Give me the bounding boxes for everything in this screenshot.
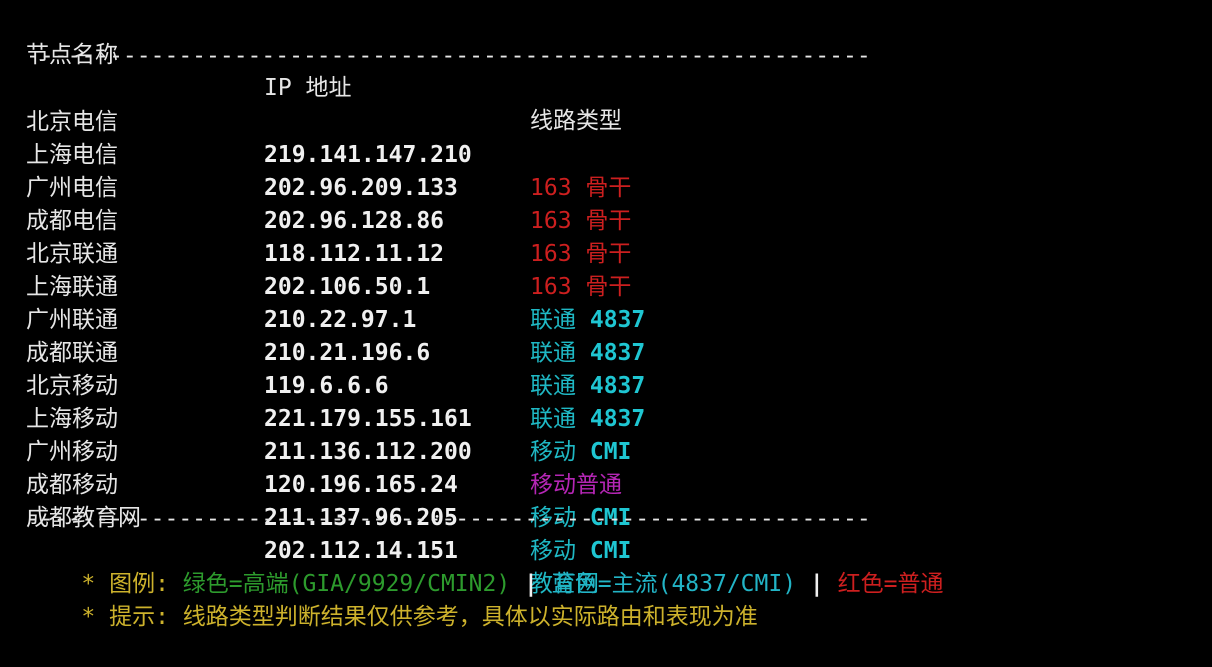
ip-address: 211.136.112.200 [264,439,472,465]
table-row: 成都联通 119.6.6.6 联通 4837 [26,304,645,432]
route-type: 163 骨干 [530,205,631,238]
route-type: 联通 4837 [530,337,645,370]
table-row: 上海移动 211.136.112.200 移动普通 [26,370,622,498]
ip-address: 120.196.165.24 [264,472,458,498]
route-type: 163 骨干 [530,172,631,205]
route-code: 4837 [589,406,646,432]
terminal-output: 节点名称 IP 地址 线路类型 ------------------------… [0,0,1212,630]
table-row: 成都移动 211.137.96.205 移动 CMI [26,436,631,564]
ip-address: 119.6.6.6 [264,373,389,399]
table-row: 北京电信 219.141.147.210 163 骨干 [26,73,631,201]
route-label: 移动普通 [530,472,622,498]
route-type: 联通 4837 [530,304,645,337]
table-row: 广州电信 202.96.128.86 163 骨干 [26,139,631,267]
legend-line: * 图例: 绿色=高端(GIA/9929/CMIN2) | 蓝色=主流(4837… [26,535,943,597]
route-type: 联通 4837 [530,370,645,403]
route-type: 163 骨干 [530,238,631,271]
route-label: 联通 [530,406,590,432]
legend-separator: | [796,571,838,597]
table-row: 广州移动 120.196.165.24 移动 CMI [26,403,631,531]
tip-line: * 提示: 线路类型判断结果仅供参考，具体以实际路由和表现为准 [26,568,757,630]
route-code: 4837 [589,340,646,366]
ip-address: 221.179.155.161 [264,406,472,432]
route-type: 163 骨干 [530,271,631,304]
table-row: 成都教育网 202.112.14.151 教育网 [26,469,599,597]
table-row: 上海电信 202.96.209.133 163 骨干 [26,106,631,234]
header-route-type: 线路类型 [530,108,622,134]
table-row: 北京移动 221.179.155.161 移动 CMI [26,337,631,465]
ip-address: 118.112.11.12 [264,241,445,267]
table-header: 节点名称 IP 地址 线路类型 [26,6,622,134]
ip-address: 210.22.97.1 [264,307,417,333]
route-label: 163 骨干 [530,175,632,201]
route-label: 联通 [530,340,590,366]
route-code: 4837 [589,373,646,399]
header-ip-address: IP 地址 [264,75,352,101]
ip-address: 202.96.209.133 [264,175,458,201]
route-type: 联通 4837 [530,403,645,436]
ip-address: 210.21.196.6 [264,340,431,366]
divider-bottom: ----------------------------------------… [26,506,871,532]
route-label: 移动 [530,439,590,465]
route-label: 163 骨干 [530,241,632,267]
divider-top: ----------------------------------------… [26,43,871,69]
route-label: 联通 [530,307,590,333]
table-row: 上海联通 210.22.97.1 联通 4837 [26,238,645,366]
ip-address: 202.106.50.1 [264,274,431,300]
route-type: 移动 CMI [530,436,631,469]
tip-bullet: * [81,604,110,630]
table-row: 成都电信 118.112.11.12 163 骨干 [26,172,631,300]
ip-address: 202.96.128.86 [264,208,445,234]
tip-text: 提示: 线路类型判断结果仅供参考，具体以实际路由和表现为准 [109,604,758,630]
legend-red: 红色=普通 [837,571,944,597]
route-code: CMI [589,439,632,465]
route-label: 联通 [530,373,590,399]
route-code: 4837 [589,307,646,333]
table-row: 北京联通 202.106.50.1 联通 4837 [26,205,645,333]
route-label: 163 骨干 [530,208,632,234]
ip-address: 219.141.147.210 [264,142,472,168]
route-type: 移动普通 [530,469,622,502]
table-row: 广州联通 210.21.196.6 联通 4837 [26,271,645,399]
route-label: 163 骨干 [530,274,632,300]
